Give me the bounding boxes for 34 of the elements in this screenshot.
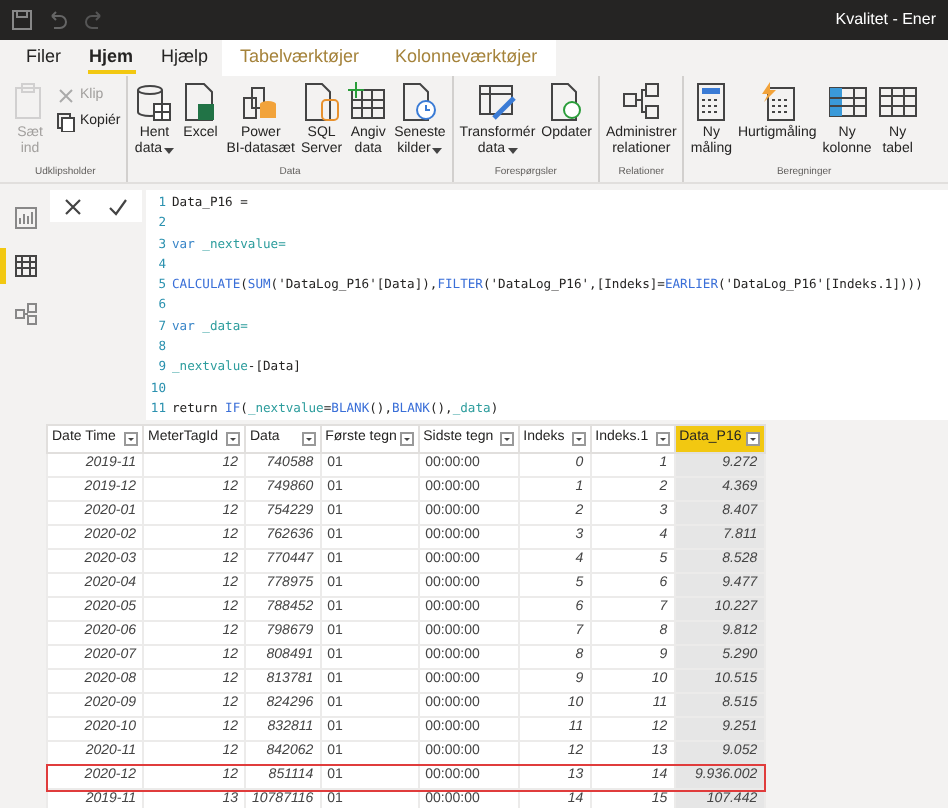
copy-icon — [56, 111, 76, 132]
ribbon-tab[interactable]: Kolonneværktøjer — [377, 40, 556, 76]
filter-dropdown-icon[interactable] — [499, 432, 514, 446]
filter-dropdown-icon[interactable] — [226, 432, 240, 446]
table-column-icon — [827, 82, 868, 122]
filter-dropdown-icon[interactable] — [399, 432, 414, 446]
lightning-calculator-icon — [757, 82, 798, 122]
refresh-document-icon — [546, 82, 587, 122]
filter-dropdown-icon[interactable] — [655, 432, 670, 446]
stack-icon — [240, 82, 281, 122]
table-icon — [13, 254, 37, 278]
ribbon-tab[interactable]: Hjælp — [147, 40, 223, 76]
table-icon — [877, 82, 918, 122]
undo-icon[interactable] — [48, 10, 68, 30]
model-icon — [13, 302, 37, 326]
scissors-icon — [56, 86, 76, 107]
report-icon — [13, 206, 37, 230]
filter-dropdown-icon[interactable] — [571, 432, 586, 446]
checkmark-icon[interactable] — [108, 197, 129, 215]
filter-dropdown-icon[interactable] — [745, 432, 760, 446]
close-icon[interactable] — [63, 197, 82, 215]
filter-dropdown-icon[interactable] — [124, 432, 138, 446]
ribbon-tab[interactable]: Tabelværktøjer — [222, 40, 378, 76]
ribbon-tab[interactable]: Filer — [12, 40, 75, 76]
database-table-icon — [134, 82, 175, 122]
filter-dropdown-icon[interactable] — [301, 432, 316, 446]
ribbon-tab[interactable]: Hjem — [75, 40, 148, 76]
save-icon[interactable] — [12, 10, 32, 30]
table-plus-icon — [348, 82, 389, 122]
server-icon — [301, 82, 342, 122]
relationship-icon — [621, 82, 662, 122]
window-title: Kvalitet - Ener — [835, 8, 936, 32]
table-pencil-icon — [477, 82, 518, 122]
clock-document-icon — [399, 82, 440, 122]
